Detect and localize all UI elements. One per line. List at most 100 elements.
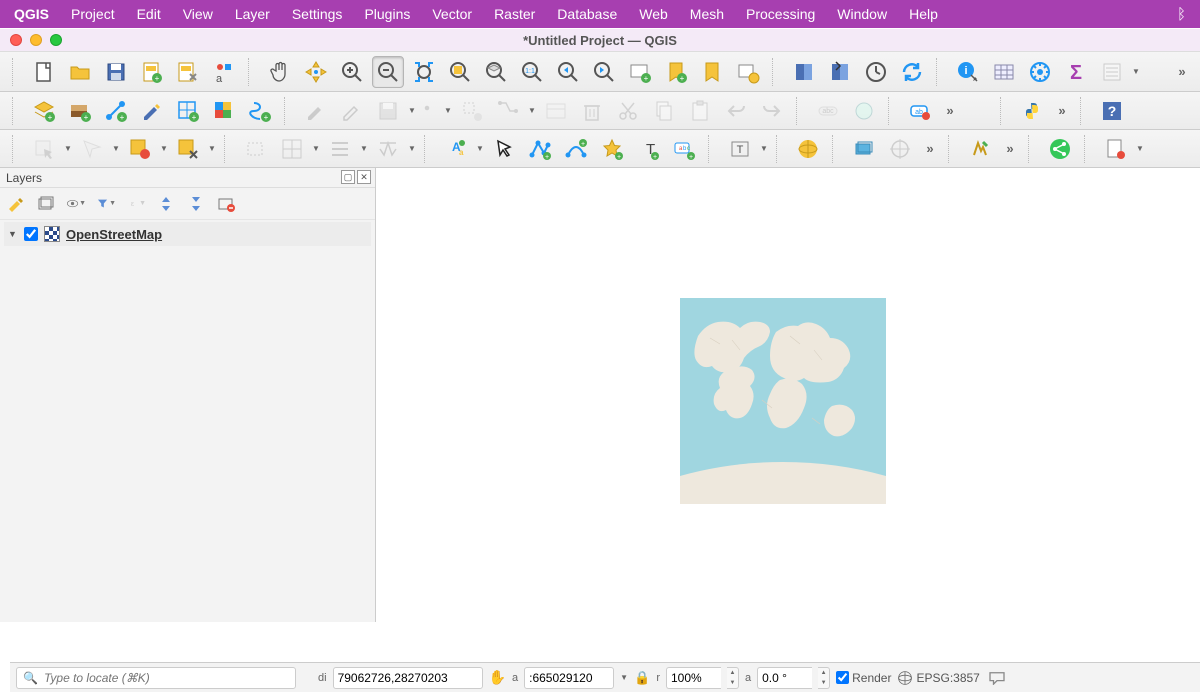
- curve-tool-button[interactable]: +: [560, 133, 592, 165]
- select-feature-button[interactable]: [28, 133, 60, 165]
- metasearch-button[interactable]: [792, 133, 824, 165]
- dropdown-icon[interactable]: ▼: [1132, 56, 1140, 88]
- render-toggle[interactable]: Render: [836, 671, 891, 685]
- toolbar-overflow-button[interactable]: »: [1052, 103, 1072, 118]
- menu-project[interactable]: Project: [71, 6, 115, 22]
- open-project-button[interactable]: [64, 56, 96, 88]
- magnifier-spinner[interactable]: ▲▼: [727, 667, 739, 689]
- magnifier-input[interactable]: [666, 667, 721, 689]
- toolbox-button[interactable]: [1024, 56, 1056, 88]
- coordinate-input[interactable]: [333, 667, 483, 689]
- zoom-to-selection-button[interactable]: [444, 56, 476, 88]
- menu-window[interactable]: Window: [837, 6, 887, 22]
- help-button[interactable]: ?: [1096, 95, 1128, 127]
- menu-plugins[interactable]: Plugins: [364, 6, 410, 22]
- open-attribute-table-button[interactable]: [988, 56, 1020, 88]
- locator-input[interactable]: [44, 671, 289, 685]
- paste-button[interactable]: [684, 95, 716, 127]
- zoom-next-button[interactable]: [588, 56, 620, 88]
- scale-input[interactable]: [524, 667, 614, 689]
- edit-pencil-button[interactable]: [336, 95, 368, 127]
- crs-selection-button[interactable]: [824, 56, 856, 88]
- menu-web[interactable]: Web: [639, 6, 668, 22]
- add-polygon-button[interactable]: [456, 95, 488, 127]
- new-gpx-layer-button[interactable]: +: [244, 95, 276, 127]
- menu-database[interactable]: Database: [557, 6, 617, 22]
- crosshair-button[interactable]: [884, 133, 916, 165]
- layer-visibility-checkbox[interactable]: [24, 227, 38, 241]
- undo-button[interactable]: [720, 95, 752, 127]
- map-canvas[interactable]: [376, 168, 1200, 622]
- close-window-button[interactable]: [10, 34, 22, 46]
- form-button[interactable]: [1096, 56, 1128, 88]
- collapse-all-button[interactable]: [372, 133, 404, 165]
- save-project-button[interactable]: [100, 56, 132, 88]
- toolbar-overflow-button[interactable]: »: [1172, 64, 1192, 79]
- temporal-clock-button[interactable]: [860, 56, 892, 88]
- pointer-tool-button[interactable]: [488, 133, 520, 165]
- style-manager-button[interactable]: a: [208, 56, 240, 88]
- menu-vector[interactable]: Vector: [432, 6, 472, 22]
- bluetooth-icon[interactable]: ᛒ: [1177, 6, 1186, 23]
- add-point-button[interactable]: [420, 95, 440, 127]
- dropdown-icon[interactable]: ▼: [444, 95, 452, 127]
- toggle-editing-button[interactable]: [300, 95, 332, 127]
- rotation-input[interactable]: [757, 667, 812, 689]
- filter-layers-button[interactable]: ▼: [96, 194, 116, 214]
- select-by-value-button[interactable]: [124, 133, 156, 165]
- python-console-button[interactable]: [1016, 95, 1048, 127]
- layout-manager-button[interactable]: [172, 56, 204, 88]
- dropdown-icon[interactable]: ▼: [112, 133, 120, 165]
- new-print-layout-button[interactable]: +: [136, 56, 168, 88]
- dropdown-icon[interactable]: ▼: [360, 133, 368, 165]
- dropdown-icon[interactable]: ▼: [528, 95, 536, 127]
- menu-help[interactable]: Help: [909, 6, 938, 22]
- menu-raster[interactable]: Raster: [494, 6, 535, 22]
- cut-button[interactable]: [612, 95, 644, 127]
- expand-all-layers-button[interactable]: [156, 194, 176, 214]
- manage-visibility-button[interactable]: [276, 133, 308, 165]
- refresh-button[interactable]: [896, 56, 928, 88]
- delete-selected-button[interactable]: [576, 95, 608, 127]
- star-tool-button[interactable]: +: [596, 133, 628, 165]
- collapse-all-layers-button[interactable]: [186, 194, 206, 214]
- dropdown-icon[interactable]: ▼: [160, 133, 168, 165]
- dropdown-icon[interactable]: ▼: [208, 133, 216, 165]
- copy-button[interactable]: [648, 95, 680, 127]
- zoom-last-button[interactable]: [552, 56, 584, 88]
- text-format-button[interactable]: T: [724, 133, 756, 165]
- layer-row-openstreetmap[interactable]: ▼ OpenStreetMap: [4, 222, 371, 246]
- maximize-window-button[interactable]: [50, 34, 62, 46]
- vertex-tool-button[interactable]: [492, 95, 524, 127]
- add-vector-layer-button[interactable]: +: [28, 95, 60, 127]
- layer-style-button[interactable]: [6, 194, 26, 214]
- toolbar-overflow-button[interactable]: »: [1000, 141, 1020, 156]
- dropdown-icon[interactable]: ▼: [408, 133, 416, 165]
- visibility-button[interactable]: ▼: [66, 194, 86, 214]
- map-layers-icon-button[interactable]: [848, 133, 880, 165]
- dropdown-icon[interactable]: ▼: [760, 133, 768, 165]
- temporal-controller-button[interactable]: [732, 56, 764, 88]
- menu-layer[interactable]: Layer: [235, 6, 270, 22]
- statistics-button[interactable]: Σ: [1060, 56, 1092, 88]
- lock-scale-icon[interactable]: 🔒: [634, 670, 650, 686]
- new-project-button[interactable]: [28, 56, 60, 88]
- new-vector-layer-button[interactable]: +: [100, 95, 132, 127]
- polyline-tool-button[interactable]: +: [524, 133, 556, 165]
- new-grid-layer-button[interactable]: +: [172, 95, 204, 127]
- panel-close-button[interactable]: ✕: [357, 170, 371, 184]
- render-checkbox[interactable]: [836, 671, 849, 684]
- zoom-full-button[interactable]: [408, 56, 440, 88]
- chevron-down-icon[interactable]: ▼: [8, 229, 18, 239]
- label-tool-button[interactable]: abc+: [668, 133, 700, 165]
- dropdown-icon[interactable]: ▼: [312, 133, 320, 165]
- globe-tool-button[interactable]: [848, 95, 880, 127]
- add-group-button[interactable]: [240, 133, 272, 165]
- dropdown-icon[interactable]: ▼: [408, 95, 416, 127]
- zoom-to-layer-button[interactable]: [480, 56, 512, 88]
- menu-view[interactable]: View: [183, 6, 213, 22]
- share-button[interactable]: [1044, 133, 1076, 165]
- add-group-button[interactable]: [36, 194, 56, 214]
- new-spatial-bookmark-button[interactable]: +: [660, 56, 692, 88]
- zoom-native-button[interactable]: 1:1: [516, 56, 548, 88]
